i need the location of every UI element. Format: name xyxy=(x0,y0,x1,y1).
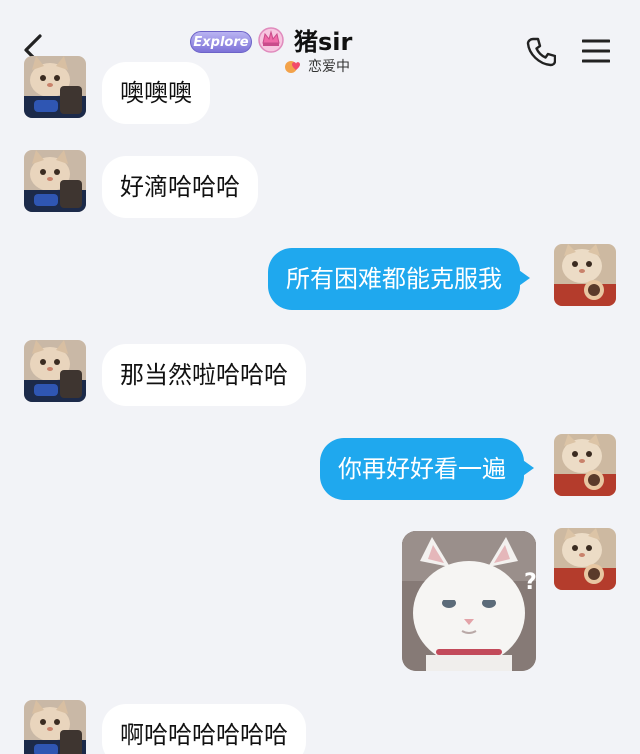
cat-avatar-icon xyxy=(554,244,616,306)
cat-avatar-icon xyxy=(24,700,86,754)
cat-avatar-icon xyxy=(24,340,86,402)
status-heart-icon xyxy=(285,61,300,73)
menu-icon[interactable] xyxy=(582,38,610,64)
contact-avatar[interactable] xyxy=(24,150,86,212)
status-text: 恋爱中 xyxy=(308,59,350,75)
my-avatar[interactable] xyxy=(554,244,616,306)
message-bubble-outgoing[interactable]: 所有困难都能克服我 xyxy=(268,248,530,310)
cat-avatar-icon xyxy=(24,150,86,212)
my-avatar[interactable] xyxy=(554,528,616,590)
message-bubble-incoming[interactable]: 那当然啦哈哈哈 xyxy=(102,344,306,406)
cat-avatar-icon xyxy=(554,528,616,590)
contact-avatar[interactable] xyxy=(24,340,86,402)
white-cat-sticker-image[interactable]: ? xyxy=(402,531,536,671)
vip-badge: Explore xyxy=(190,31,252,53)
phone-icon[interactable] xyxy=(526,36,556,68)
chat-header: Explore 猪sir 恋爱中 xyxy=(0,0,640,84)
crown-icon xyxy=(258,27,284,53)
cat-avatar-icon xyxy=(24,56,86,118)
cat-avatar-icon xyxy=(554,434,616,496)
message-bubble-incoming[interactable]: 噢噢噢 xyxy=(102,62,210,124)
message-bubble-outgoing[interactable]: 你再好好看一遍 xyxy=(320,438,534,500)
svg-text:?: ? xyxy=(524,570,536,595)
message-bubble-incoming[interactable]: 啊哈哈哈哈哈哈 xyxy=(102,704,306,754)
contact-avatar[interactable] xyxy=(24,700,86,754)
white-cat-icon: ? xyxy=(402,531,536,671)
message-bubble-incoming[interactable]: 好滴哈哈哈 xyxy=(102,156,258,218)
contact-avatar[interactable] xyxy=(24,56,86,118)
my-avatar[interactable] xyxy=(554,434,616,496)
contact-name: 猪sir xyxy=(294,28,353,56)
